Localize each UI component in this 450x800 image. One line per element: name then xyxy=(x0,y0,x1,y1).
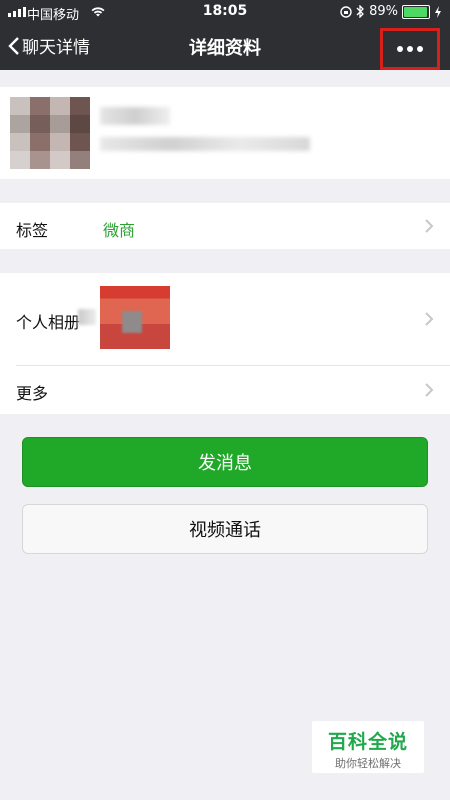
tag-row[interactable]: 标签 微商 xyxy=(0,203,450,249)
avatar[interactable] xyxy=(10,97,90,169)
status-bar: 中国移动 18:05 89% xyxy=(0,0,450,24)
chevron-right-icon xyxy=(425,312,434,326)
watermark-subtitle: 助你轻松解决 xyxy=(335,757,401,770)
wechat-id-redacted xyxy=(100,137,310,151)
battery-percent: 89% xyxy=(369,4,398,19)
more-row[interactable]: 更多 xyxy=(0,366,450,414)
top-bar: 中国移动 18:05 89% 聊天详情 详细资料 xyxy=(0,0,450,70)
battery-icon xyxy=(402,4,430,19)
charging-icon xyxy=(435,5,441,18)
send-message-button[interactable]: 发消息 xyxy=(22,437,428,487)
more-button[interactable] xyxy=(380,28,440,70)
status-right: 89% xyxy=(340,4,442,19)
tag-value: 微商 xyxy=(103,221,136,240)
profile-card[interactable] xyxy=(0,87,450,179)
album-thumbnail[interactable] xyxy=(100,286,170,349)
nav-bar: 聊天详情 详细资料 xyxy=(0,24,450,70)
bluetooth-icon xyxy=(356,5,365,18)
album-label: 个人相册 xyxy=(16,313,81,332)
chevron-right-icon xyxy=(425,383,434,397)
more-icon xyxy=(397,46,403,52)
chevron-right-icon xyxy=(425,219,434,233)
tag-label: 标签 xyxy=(16,221,49,240)
watermark-title: 百科全说 xyxy=(327,731,408,753)
album-section: 个人相册 更多 xyxy=(0,273,450,414)
album-label-redaction xyxy=(78,309,96,325)
album-row[interactable]: 个人相册 xyxy=(0,273,450,365)
name-redacted xyxy=(100,107,170,125)
lock-icon xyxy=(340,5,352,18)
more-label: 更多 xyxy=(16,384,49,403)
video-call-button[interactable]: 视频通话 xyxy=(22,504,428,554)
watermark: 百科全说 助你轻松解决 xyxy=(312,721,424,773)
